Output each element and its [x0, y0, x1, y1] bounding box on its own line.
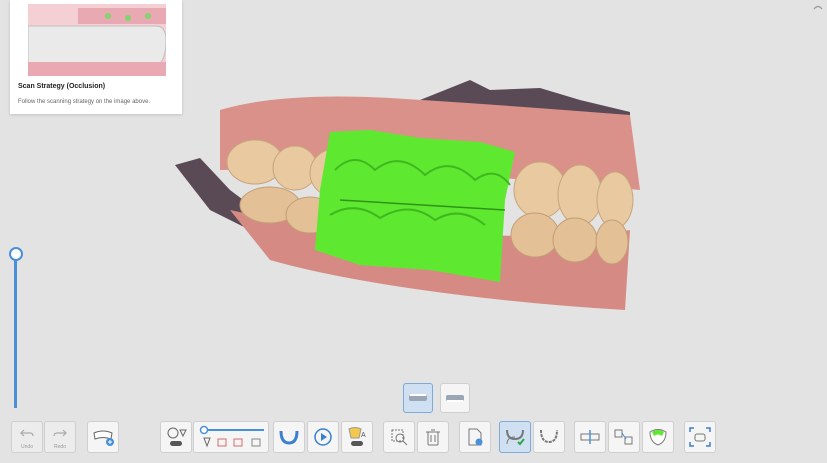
- scan-strategy-image: [28, 4, 166, 76]
- alignment-button[interactable]: [574, 421, 606, 453]
- tooth-quality-icon: [649, 429, 667, 446]
- play-button[interactable]: [307, 421, 339, 453]
- jaw-add-icon: [93, 430, 114, 446]
- trash-icon: [426, 429, 440, 446]
- add-scan-button[interactable]: [87, 421, 119, 453]
- lower-jaw-icon: [446, 395, 464, 402]
- scan-quality-button[interactable]: [642, 421, 674, 453]
- undo-icon: [20, 429, 34, 437]
- ai-tooth-icon: A: [348, 427, 366, 446]
- brightness-slider-thumb[interactable]: [9, 247, 23, 261]
- scan-strategy-description: Follow the scanning strategy on the imag…: [18, 99, 151, 105]
- notes-button[interactable]: [459, 421, 491, 453]
- search-area-icon: [391, 429, 408, 446]
- lock-area-button[interactable]: [383, 421, 415, 453]
- lower-arch-icon: [540, 429, 558, 444]
- capture-screen-button[interactable]: [684, 421, 716, 453]
- bite-align-button[interactable]: [608, 421, 640, 453]
- scan-strategy-card: Scan Strategy (Occlusion) Follow the sca…: [10, 0, 182, 114]
- patient-settings-button[interactable]: [160, 421, 192, 453]
- arch-view-button[interactable]: [273, 421, 305, 453]
- tooth-range-slider[interactable]: [193, 421, 269, 453]
- minimize-icon[interactable]: [812, 0, 824, 10]
- face-toggle-icon: [167, 427, 187, 446]
- upper-view-button[interactable]: [403, 383, 433, 413]
- upper-jaw-icon: [409, 394, 427, 401]
- bite-align-icon: [614, 429, 633, 445]
- ai-filter-button[interactable]: A: [341, 421, 373, 453]
- play-icon: [314, 428, 332, 446]
- undo-label: Undo: [21, 444, 33, 450]
- tooth-slider-icon: [199, 425, 264, 448]
- scan-strategy-title: Scan Strategy (Occlusion): [18, 83, 106, 90]
- align-icon: [580, 430, 600, 444]
- capture-frame-icon: [689, 427, 711, 447]
- redo-label: Redo: [54, 444, 66, 450]
- occlusion-check-icon: [506, 429, 525, 446]
- svg-text:A: A: [361, 432, 366, 439]
- document-icon: [468, 428, 483, 446]
- delete-button[interactable]: [417, 421, 449, 453]
- lower-view-button[interactable]: [440, 383, 470, 413]
- brightness-slider-track[interactable]: [14, 256, 17, 408]
- occlusion-scan-button[interactable]: [499, 421, 531, 453]
- redo-icon: [53, 429, 67, 437]
- arch-icon: [279, 430, 299, 445]
- undo-button[interactable]: Undo: [11, 421, 43, 453]
- scan-3d-viewport[interactable]: [160, 70, 660, 330]
- lower-arch-button[interactable]: [533, 421, 565, 453]
- redo-button[interactable]: Redo: [44, 421, 76, 453]
